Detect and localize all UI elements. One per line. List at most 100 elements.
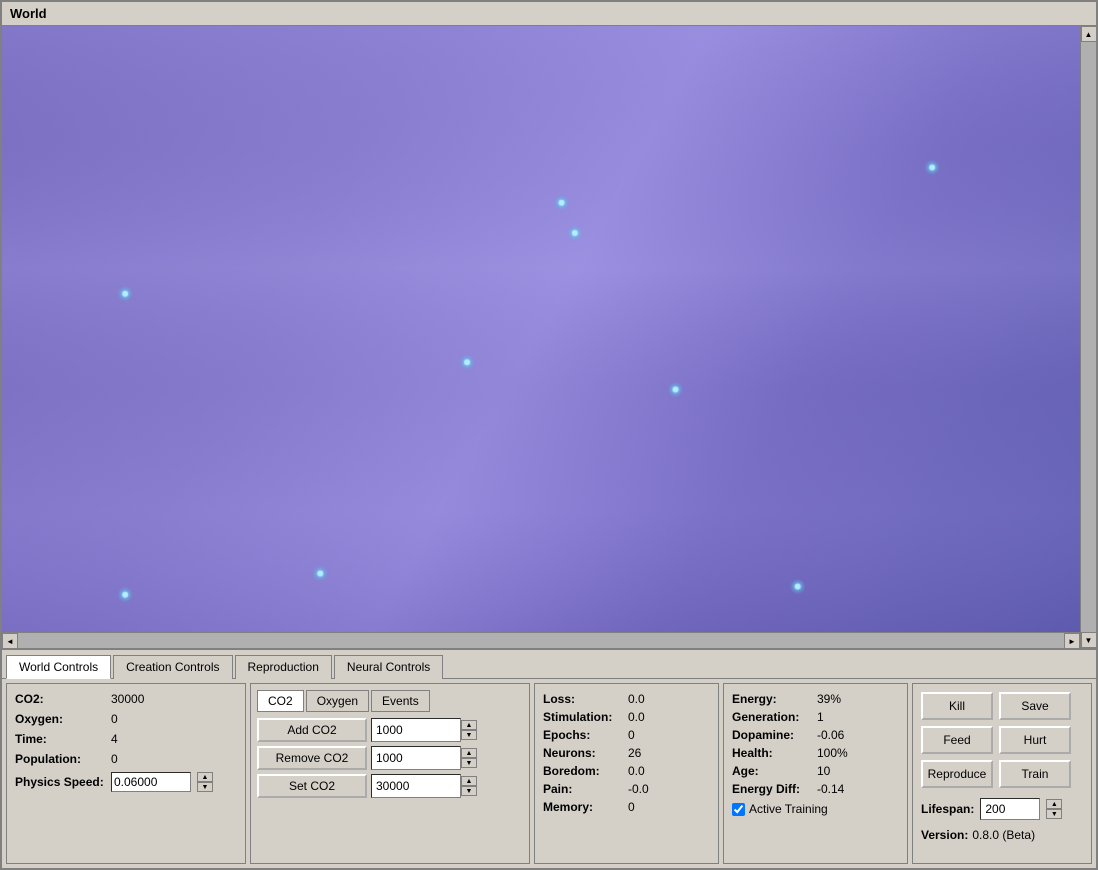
title-bar: World — [2, 2, 1096, 26]
co2-tab-oxygen[interactable]: Oxygen — [306, 690, 369, 712]
add-co2-spinner[interactable]: ▲ ▼ — [461, 720, 477, 740]
tab-creation-controls[interactable]: Creation Controls — [113, 655, 232, 679]
world-controls-panel: CO2: 30000 Oxygen: 0 Time: 4 Population:… — [6, 683, 246, 864]
physics-speed-row: Physics Speed: ▲ ▼ — [15, 772, 237, 792]
co2-tabs: CO2 Oxygen Events — [257, 690, 523, 712]
stats-panel-2: Energy: 39% Generation: 1 Dopamine: -0.0… — [723, 683, 908, 864]
scroll-right-btn[interactable]: ► — [1064, 633, 1080, 648]
oxygen-value: 0 — [111, 712, 118, 726]
set-co2-input[interactable] — [371, 774, 461, 798]
physics-speed-down[interactable]: ▼ — [197, 782, 213, 792]
kill-button[interactable]: Kill — [921, 692, 993, 720]
set-co2-down[interactable]: ▼ — [461, 786, 477, 796]
train-button[interactable]: Train — [999, 760, 1071, 788]
stats-panel-1: Loss: 0.0 Stimulation: 0.0 Epochs: 0 Neu… — [534, 683, 719, 864]
lifespan-down[interactable]: ▼ — [1046, 809, 1062, 819]
pain-value: -0.0 — [628, 782, 649, 796]
age-row: Age: 10 — [732, 764, 899, 778]
add-co2-down[interactable]: ▼ — [461, 730, 477, 740]
save-button[interactable]: Save — [999, 692, 1071, 720]
stimulation-row: Stimulation: 0.0 — [543, 710, 710, 724]
action-row-1: Kill Save — [921, 692, 1083, 720]
epochs-row: Epochs: 0 — [543, 728, 710, 742]
loss-label: Loss: — [543, 692, 628, 706]
population-value: 0 — [111, 752, 118, 766]
feed-button[interactable]: Feed — [921, 726, 993, 754]
scroll-up-btn[interactable]: ▲ — [1081, 26, 1097, 42]
neurons-row: Neurons: 26 — [543, 746, 710, 760]
scrollbar-horizontal[interactable]: ◄ ► — [2, 632, 1080, 648]
epochs-label: Epochs: — [543, 728, 628, 742]
tab-world-controls[interactable]: World Controls — [6, 655, 111, 679]
memory-row: Memory: 0 — [543, 800, 710, 814]
lifespan-spinner[interactable]: ▲ ▼ — [1046, 799, 1062, 819]
lifespan-row: Lifespan: ▲ ▼ — [921, 798, 1083, 820]
co2-tab-events[interactable]: Events — [371, 690, 430, 712]
physics-speed-label: Physics Speed: — [15, 775, 105, 789]
energy-label: Energy: — [732, 692, 817, 706]
remove-co2-spinner[interactable]: ▲ ▼ — [461, 748, 477, 768]
co2-row: CO2: 30000 — [15, 692, 237, 706]
time-row: Time: 4 — [15, 732, 237, 746]
set-co2-up[interactable]: ▲ — [461, 776, 477, 786]
health-row: Health: 100% — [732, 746, 899, 760]
scroll-left-btn[interactable]: ◄ — [2, 633, 18, 648]
active-training-checkbox[interactable] — [732, 803, 745, 816]
add-co2-input-wrap: ▲ ▼ — [371, 718, 477, 742]
remove-co2-up[interactable]: ▲ — [461, 748, 477, 758]
energy-diff-label: Energy Diff: — [732, 782, 817, 796]
tab-reproduction[interactable]: Reproduction — [235, 655, 332, 679]
neurons-label: Neurons: — [543, 746, 628, 760]
set-co2-button[interactable]: Set CO2 — [257, 774, 367, 798]
add-co2-up[interactable]: ▲ — [461, 720, 477, 730]
dopamine-label: Dopamine: — [732, 728, 817, 742]
lifespan-label: Lifespan: — [921, 802, 974, 816]
add-co2-button[interactable]: Add CO2 — [257, 718, 367, 742]
population-label: Population: — [15, 752, 105, 766]
remove-co2-button[interactable]: Remove CO2 — [257, 746, 367, 770]
scrollbar-vertical[interactable]: ▲ ▼ — [1080, 26, 1096, 648]
set-co2-row: Set CO2 ▲ ▼ — [257, 774, 523, 798]
version-label: Version: — [921, 828, 968, 842]
action-panel: Kill Save Feed Hurt Reproduce Train Life… — [912, 683, 1092, 864]
world-canvas[interactable] — [2, 26, 1080, 632]
oxygen-row: Oxygen: 0 — [15, 712, 237, 726]
oxygen-label: Oxygen: — [15, 712, 105, 726]
co2-value: 30000 — [111, 692, 144, 706]
tabs-bar: World Controls Creation Controls Reprodu… — [2, 650, 1096, 679]
population-row: Population: 0 — [15, 752, 237, 766]
remove-co2-input[interactable] — [371, 746, 461, 770]
bottom-panel: World Controls Creation Controls Reprodu… — [2, 648, 1096, 868]
generation-value: 1 — [817, 710, 824, 724]
world-canvas-container: ▲ ▼ ◄ ► — [2, 26, 1096, 648]
remove-co2-row: Remove CO2 ▲ ▼ — [257, 746, 523, 770]
action-row-2: Feed Hurt — [921, 726, 1083, 754]
time-label: Time: — [15, 732, 105, 746]
set-co2-spinner[interactable]: ▲ ▼ — [461, 776, 477, 796]
co2-tab-co2[interactable]: CO2 — [257, 690, 304, 712]
action-row-3: Reproduce Train — [921, 760, 1083, 788]
boredom-label: Boredom: — [543, 764, 628, 778]
version-value: 0.8.0 (Beta) — [972, 828, 1035, 842]
scroll-down-btn[interactable]: ▼ — [1081, 632, 1097, 648]
scroll-track-h — [18, 633, 1064, 648]
set-co2-input-wrap: ▲ ▼ — [371, 774, 477, 798]
physics-speed-up[interactable]: ▲ — [197, 772, 213, 782]
physics-speed-input[interactable] — [111, 772, 191, 792]
dopamine-row: Dopamine: -0.06 — [732, 728, 899, 742]
tab-neural-controls[interactable]: Neural Controls — [334, 655, 443, 679]
active-training-label: Active Training — [749, 802, 828, 816]
energy-diff-value: -0.14 — [817, 782, 844, 796]
physics-speed-spinner[interactable]: ▲ ▼ — [197, 772, 213, 792]
lifespan-input[interactable] — [980, 798, 1040, 820]
memory-label: Memory: — [543, 800, 628, 814]
lifespan-up[interactable]: ▲ — [1046, 799, 1062, 809]
energy-diff-row: Energy Diff: -0.14 — [732, 782, 899, 796]
hurt-button[interactable]: Hurt — [999, 726, 1071, 754]
remove-co2-down[interactable]: ▼ — [461, 758, 477, 768]
add-co2-input[interactable] — [371, 718, 461, 742]
reproduce-button[interactable]: Reproduce — [921, 760, 993, 788]
energy-value: 39% — [817, 692, 841, 706]
pain-label: Pain: — [543, 782, 628, 796]
main-window: World ▲ ▼ ◄ ► World Controls Creation Co… — [0, 0, 1098, 870]
